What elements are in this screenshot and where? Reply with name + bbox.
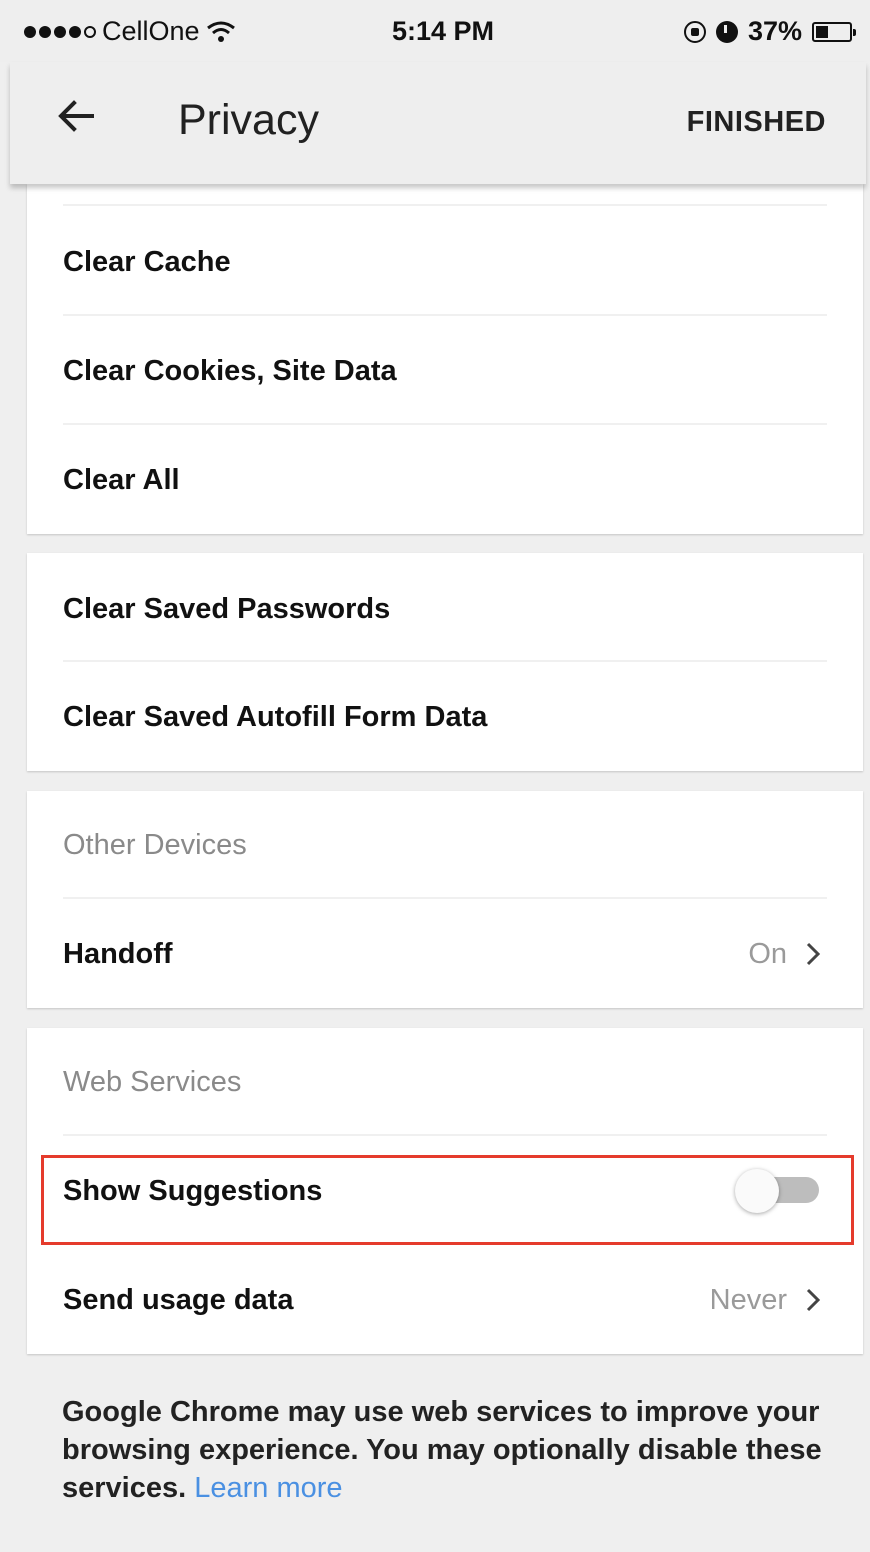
divider bbox=[63, 204, 827, 206]
footer-text: Google Chrome may use web services to im… bbox=[62, 1393, 822, 1507]
status-time: 5:14 PM bbox=[392, 16, 495, 46]
show-suggestions-label: Show Suggestions bbox=[63, 1174, 323, 1207]
chevron-right-icon bbox=[806, 942, 821, 966]
toggle-knob bbox=[735, 1169, 779, 1213]
clear-cache-item[interactable]: Clear Cache bbox=[63, 208, 827, 316]
send-usage-label: Send usage data bbox=[63, 1283, 294, 1316]
handoff-value: On bbox=[748, 937, 787, 970]
clear-cache-label: Clear Cache bbox=[63, 245, 231, 278]
wifi-icon bbox=[206, 21, 235, 42]
clear-all-item[interactable]: Clear All bbox=[63, 426, 827, 534]
clear-data-card: Clear Cache Clear Cookies, Site Data Cle… bbox=[27, 184, 863, 534]
clear-cookies-label: Clear Cookies, Site Data bbox=[63, 354, 397, 387]
web-services-card: Web Services Show Suggestions Send usage… bbox=[27, 1028, 863, 1354]
divider bbox=[63, 1134, 827, 1136]
status-right: 37% bbox=[683, 16, 856, 47]
clear-passwords-item[interactable]: Clear Saved Passwords bbox=[63, 555, 827, 663]
page-title: Privacy bbox=[178, 96, 319, 144]
other-devices-header-label: Other Devices bbox=[63, 828, 247, 861]
battery-percent: 37% bbox=[747, 16, 802, 46]
saved-data-card: Clear Saved Passwords Clear Saved Autofi… bbox=[27, 553, 863, 771]
back-arrow-icon[interactable] bbox=[52, 92, 100, 140]
clear-cookies-item[interactable]: Clear Cookies, Site Data bbox=[63, 317, 827, 425]
app-bar: Privacy FINISHED bbox=[10, 62, 866, 184]
clear-passwords-label: Clear Saved Passwords bbox=[63, 592, 391, 625]
status-left: CellOne bbox=[24, 16, 236, 47]
alarm-icon bbox=[715, 20, 738, 43]
chevron-right-icon bbox=[806, 1288, 821, 1312]
finished-button[interactable]: FINISHED bbox=[687, 106, 826, 139]
status-bar: CellOne 5:14 PM 37% bbox=[0, 0, 870, 62]
divider bbox=[63, 897, 827, 899]
clear-all-label: Clear All bbox=[63, 463, 180, 496]
clear-autofill-item[interactable]: Clear Saved Autofill Form Data bbox=[63, 663, 827, 771]
show-suggestions-toggle[interactable] bbox=[735, 1169, 823, 1213]
divider bbox=[63, 660, 827, 662]
clear-autofill-label: Clear Saved Autofill Form Data bbox=[63, 700, 488, 733]
other-devices-card: Other Devices Handoff On bbox=[27, 791, 863, 1008]
send-usage-item[interactable]: Send usage data Never bbox=[63, 1246, 827, 1354]
signal-icon bbox=[24, 25, 96, 38]
divider bbox=[63, 314, 827, 316]
orientation-lock-icon bbox=[683, 20, 706, 43]
handoff-label: Handoff bbox=[63, 937, 173, 970]
web-services-header: Web Services bbox=[63, 1028, 827, 1136]
divider bbox=[63, 423, 827, 425]
handoff-item[interactable]: Handoff On bbox=[63, 900, 827, 1008]
send-usage-value: Never bbox=[709, 1283, 787, 1316]
carrier-name: CellOne bbox=[102, 16, 200, 46]
other-devices-header: Other Devices bbox=[63, 791, 827, 899]
show-suggestions-item[interactable]: Show Suggestions bbox=[63, 1137, 827, 1245]
web-services-header-label: Web Services bbox=[63, 1065, 242, 1098]
battery-icon bbox=[812, 21, 856, 42]
learn-more-link[interactable]: Learn more bbox=[194, 1472, 342, 1504]
footer-description: Google Chrome may use web services to im… bbox=[62, 1396, 822, 1504]
